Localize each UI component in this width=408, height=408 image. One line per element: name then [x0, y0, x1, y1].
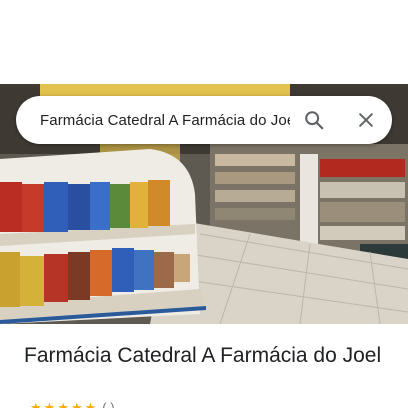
- place-title: Farmácia Catedral A Farmácia do Joel: [24, 344, 382, 367]
- search-bar[interactable]: Farmácia Catedral A Farmácia do Joel: [16, 96, 392, 144]
- place-screen: Farmácia Catedral A Farmácia do Joel Far…: [0, 0, 408, 408]
- star-icon: ★: [70, 400, 83, 408]
- review-count: ( ): [102, 400, 115, 408]
- search-icon[interactable]: [302, 108, 326, 132]
- star-icon: ★: [30, 400, 42, 408]
- star-icon: ★: [57, 400, 69, 408]
- star-icon: ★: [84, 400, 97, 408]
- search-query-text[interactable]: Farmácia Catedral A Farmácia do Joel: [40, 112, 290, 129]
- star-icon: ★: [43, 400, 56, 408]
- rating-row[interactable]: ★ ★ ★ ★ ★ ( ): [30, 401, 115, 408]
- close-icon[interactable]: [354, 108, 378, 132]
